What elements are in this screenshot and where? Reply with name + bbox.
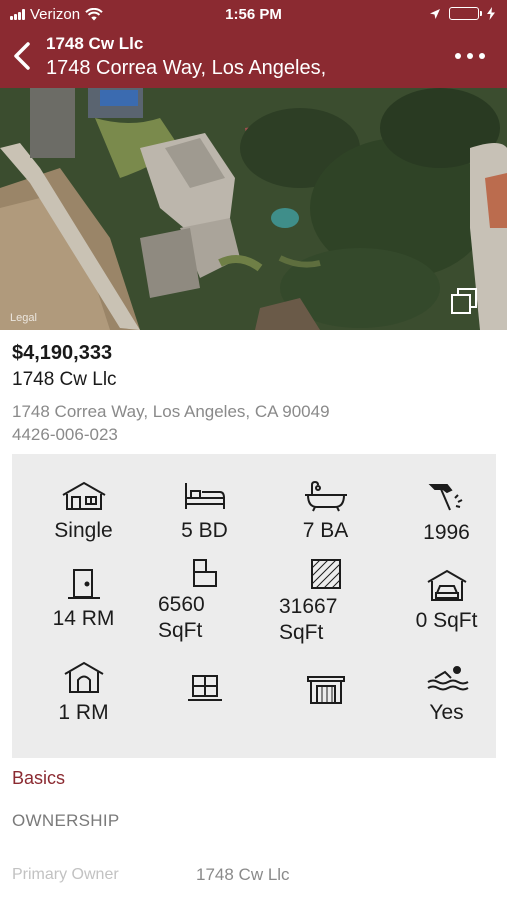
feature-lot-sqft-value: 31667 (279, 595, 338, 618)
bed-icon (184, 483, 225, 509)
expand-map-icon[interactable] (451, 288, 477, 314)
swimming-pool-icon (426, 666, 469, 691)
feature-rooms-label: 14 RM (52, 607, 115, 630)
charging-bolt-icon (487, 7, 495, 20)
feature-bathrooms: 7 BA (265, 480, 386, 544)
property-apn: 4426-006-023 (12, 425, 118, 444)
hammer-icon (428, 484, 462, 511)
house-icon (62, 481, 105, 510)
bathtub-icon (304, 480, 347, 512)
feature-fireplace (265, 674, 386, 706)
feature-pool: Yes (386, 664, 507, 726)
feature-building-sqft-value: 6560 (158, 593, 205, 616)
door-icon (67, 569, 100, 599)
feature-garage: 0 SqFt (386, 568, 507, 634)
feature-property-type: Single (23, 480, 144, 544)
feature-garage-label: 0 SqFt (415, 609, 478, 632)
home-arch-icon (63, 661, 104, 693)
feature-window (144, 674, 265, 706)
battery-icon (449, 7, 482, 20)
fireplace-icon (306, 676, 345, 704)
lot-area-icon (310, 559, 341, 589)
more-options-icon[interactable] (453, 50, 487, 62)
nav-title: 1748 Cw Llc (46, 34, 144, 53)
location-arrow-icon (430, 8, 440, 19)
nav-subtitle: 1748 Correa Way, Los Angeles, (46, 57, 327, 79)
garage-icon (426, 569, 467, 601)
feature-bedrooms: 5 BD (144, 480, 265, 544)
feature-bathrooms-label: 7 BA (302, 519, 349, 542)
map-legal-label[interactable]: Legal (10, 312, 37, 324)
feature-bedrooms-label: 5 BD (181, 519, 228, 542)
property-features-grid: Single 5 BD 7 BA 1996 14 RM 6560 SqFt 31… (12, 454, 496, 758)
nav-bar: 1748 Cw Llc 1748 Correa Way, Los Angeles… (0, 30, 507, 88)
feature-building-sqft: 6560 SqFt (144, 558, 265, 644)
primary-owner-label: Primary Owner (12, 866, 119, 883)
property-price: $4,190,333 (12, 342, 113, 364)
status-right (429, 7, 495, 20)
property-address: 1748 Correa Way, Los Angeles, CA 90049 (12, 402, 330, 421)
back-chevron-icon[interactable] (10, 40, 36, 72)
feature-rooms: 14 RM (23, 568, 144, 632)
floor-plan-icon (192, 559, 217, 587)
window-icon (187, 675, 222, 701)
feature-year-built-label: 1996 (423, 521, 470, 544)
section-ownership-header: OWNERSHIP (12, 811, 120, 830)
property-owner: 1748 Cw Llc (12, 369, 117, 390)
status-bar: Verizon 1:56 PM (0, 0, 507, 30)
primary-owner-value: 1748 Cw Llc (196, 865, 290, 884)
feature-year-built: 1996 (386, 480, 507, 546)
section-basics-title[interactable]: Basics (12, 768, 65, 789)
satellite-map[interactable]: Legal (0, 88, 507, 330)
feature-stories-label: 1 RM (58, 701, 109, 724)
feature-lot-sqft: 31667 SqFt (265, 558, 386, 646)
feature-building-sqft-unit: SqFt (158, 619, 203, 642)
feature-pool-label: Yes (429, 701, 464, 724)
feature-stories: 1 RM (23, 660, 144, 726)
feature-property-type-label: Single (54, 519, 113, 542)
feature-lot-sqft-unit: SqFt (279, 621, 324, 644)
